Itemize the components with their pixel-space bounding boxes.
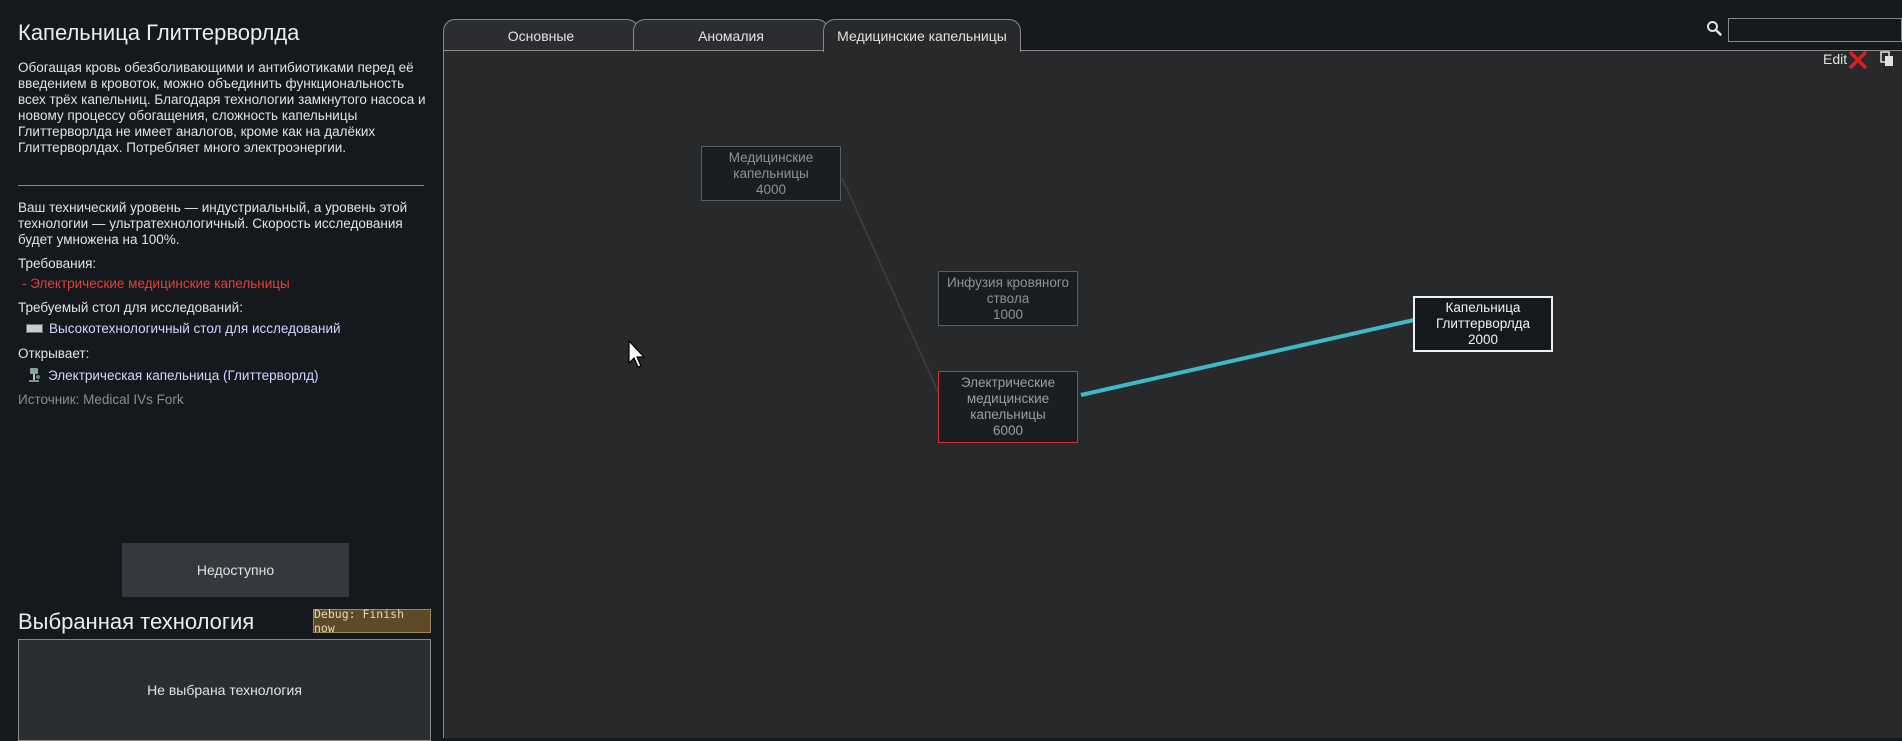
- source-label: Источник: Medical IVs Fork: [18, 392, 184, 407]
- unlock-item-label: Электрическая капельница (Глиттерворлд): [48, 367, 319, 383]
- requirements-label: Требования:: [18, 256, 97, 271]
- node-name: Капельница Глиттерворлда: [1435, 300, 1531, 331]
- search-input[interactable]: [1728, 18, 1902, 42]
- tech-description: Обогащая кровь обезболивающими и антибио…: [18, 60, 426, 155]
- chosen-tech-box: Не выбрана технология: [18, 639, 431, 741]
- requirement-item[interactable]: - Электрические медицинские капельницы: [22, 276, 290, 291]
- unlock-item[interactable]: Электрическая капельница (Глиттерворлд): [26, 367, 319, 383]
- search-icon[interactable]: [1706, 20, 1722, 36]
- mouse-cursor-icon: [628, 340, 646, 368]
- tab-main-label: Основные: [507, 27, 575, 44]
- iv-drip-icon: [29, 368, 40, 382]
- divider: [18, 185, 424, 186]
- research-bench-icon: [26, 324, 43, 333]
- tech-title: Капельница Глиттерворлда: [18, 20, 300, 45]
- debug-finish-button[interactable]: Debug: Finish now: [313, 607, 431, 635]
- node-cost: 2000: [1467, 332, 1499, 347]
- bench-item-label: Высокотехнологичный стол для исследовани…: [49, 321, 341, 336]
- close-icon[interactable]: [1848, 50, 1868, 70]
- edit-label[interactable]: Edit: [1823, 51, 1847, 67]
- tech-node-blood-infusion[interactable]: Инфузия кровяного ствола 1000: [938, 271, 1078, 326]
- research-tree-canvas[interactable]: [443, 50, 1902, 738]
- tech-node-medical-ivs[interactable]: Медицинские капельницы 4000: [701, 146, 841, 201]
- tech-level-info: Ваш технический уровень — индустриальный…: [18, 200, 408, 247]
- tech-node-electric-ivs[interactable]: Электрические медицинские капельницы 600…: [938, 371, 1078, 443]
- node-cost: 1000: [992, 306, 1024, 322]
- copy-icon[interactable]: [1880, 51, 1894, 67]
- unavailable-button[interactable]: Недоступно: [122, 543, 349, 597]
- tab-anomaly-label: Аномалия: [698, 27, 764, 44]
- chosen-tech-title: Выбранная технология: [18, 609, 255, 634]
- chosen-tech-empty-label: Не выбрана технология: [147, 682, 302, 698]
- node-cost: 4000: [755, 181, 787, 197]
- research-info-panel: Капельница Глиттерворлда Обогащая кровь …: [0, 0, 441, 741]
- tab-medical-ivs-label: Медицинские капельницы: [837, 28, 1007, 44]
- bench-label: Требуемый стол для исследований:: [18, 300, 243, 315]
- node-cost: 6000: [992, 423, 1024, 438]
- node-name: Электрические медицинские капельницы: [960, 375, 1056, 422]
- unlocks-label: Открывает:: [18, 346, 90, 361]
- tab-medical-ivs[interactable]: Медицинские капельницы: [823, 19, 1021, 52]
- tech-node-glitterworld-iv[interactable]: Капельница Глиттерворлда 2000: [1413, 296, 1553, 352]
- node-name: Инфузия кровяного ствола: [946, 274, 1069, 306]
- node-name: Медицинские капельницы: [728, 149, 814, 181]
- tab-main[interactable]: Основные: [443, 19, 639, 51]
- tab-anomaly[interactable]: Аномалия: [633, 19, 829, 51]
- bench-item[interactable]: Высокотехнологичный стол для исследовани…: [26, 321, 341, 336]
